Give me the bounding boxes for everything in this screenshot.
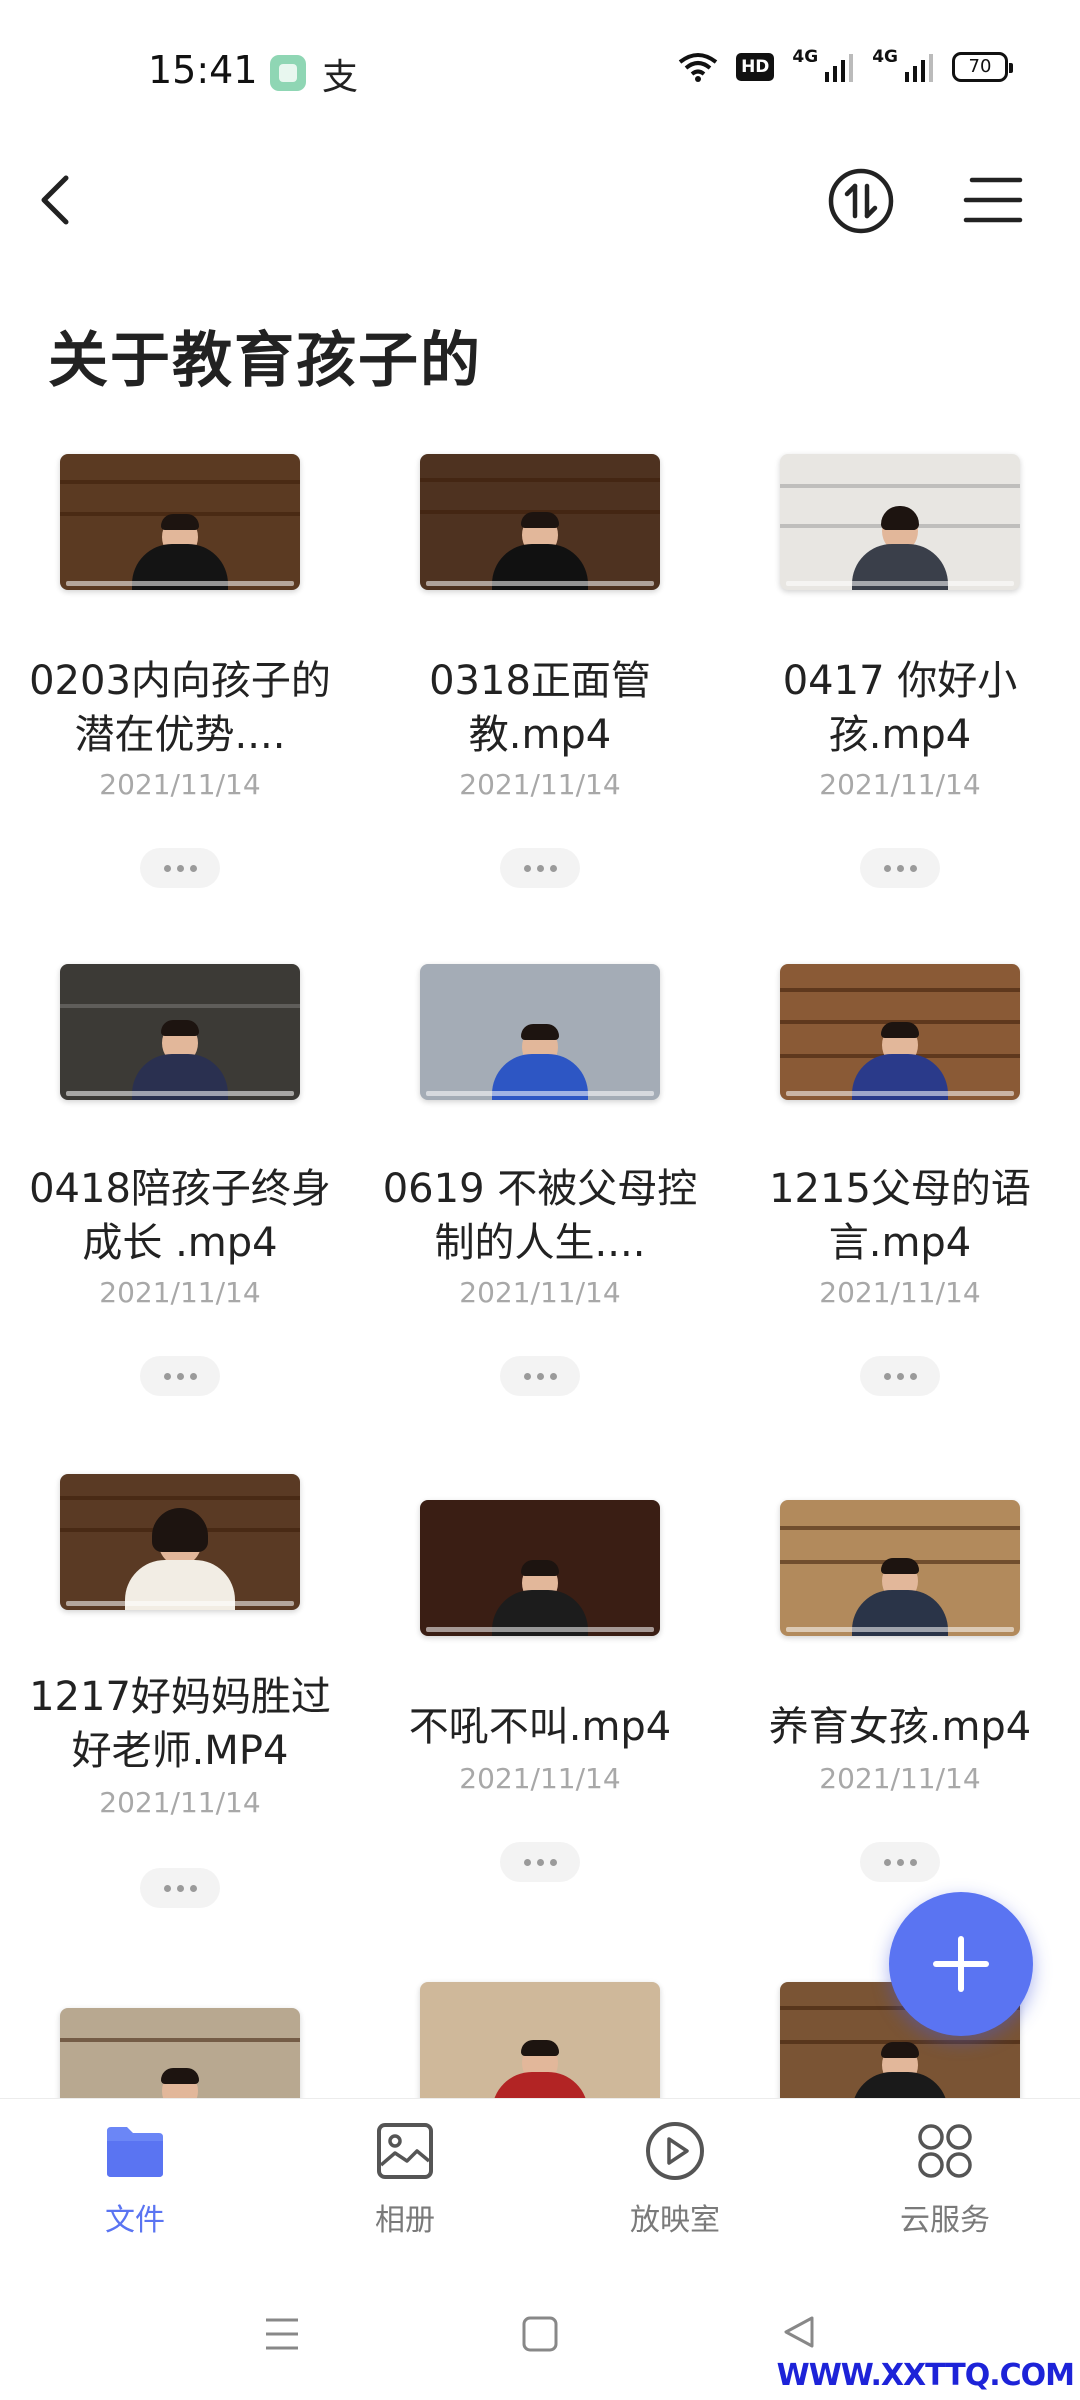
video-thumbnail[interactable]: [420, 454, 660, 590]
more-options-button[interactable]: [860, 1356, 940, 1396]
more-options-button[interactable]: [140, 1868, 220, 1908]
menu-icon: [963, 177, 1023, 223]
video-thumbnail[interactable]: [60, 964, 300, 1100]
signal-icon: [825, 54, 854, 82]
file-item[interactable]: 0418陪孩子终身成长 .mp4 2021/11/14: [0, 948, 360, 1418]
more-options-button[interactable]: [860, 1842, 940, 1882]
play-icon: [643, 2119, 707, 2183]
file-name: 0619 不被父母控制的人生....: [382, 1166, 698, 1266]
alipay-icon: 支: [322, 57, 359, 98]
album-icon: [373, 2119, 437, 2183]
file-item[interactable]: 0203内向孩子的潜在优势.... 2021/11/14: [0, 440, 360, 910]
file-item[interactable]: 养育女孩.mp4 2021/11/14: [720, 1456, 1080, 1926]
video-thumbnail[interactable]: [60, 2008, 300, 2100]
more-options-button[interactable]: [500, 1842, 580, 1882]
recent-apps-icon[interactable]: [262, 2314, 302, 2354]
file-date: 2021/11/14: [459, 768, 621, 801]
file-name: 养育女孩.mp4: [768, 1704, 1032, 1750]
file-date: 2021/11/14: [99, 1786, 261, 1819]
nav-label: 文件: [105, 2203, 165, 2238]
grid-icon: [913, 2119, 977, 2183]
file-name: 1217好妈妈胜过好老师.MP4: [29, 1674, 331, 1774]
nav-item-files[interactable]: 文件: [35, 2119, 235, 2239]
more-options-button[interactable]: [140, 848, 220, 888]
folder-icon: [103, 2119, 167, 2183]
file-date: 2021/11/14: [819, 768, 981, 801]
file-name: 0418陪孩子终身成长 .mp4: [29, 1166, 331, 1266]
hd-voice-badge: HD: [736, 53, 775, 81]
nav-item-screening-room[interactable]: 放映室: [575, 2119, 775, 2239]
status-bar: 15:41 支 HD 4G 4G 70: [0, 0, 1080, 140]
menu-button[interactable]: [962, 172, 1024, 228]
nav-item-album[interactable]: 相册: [305, 2119, 505, 2239]
signal-icon-2: [905, 54, 933, 82]
video-thumbnail[interactable]: [780, 1500, 1020, 1636]
video-thumbnail[interactable]: [420, 964, 660, 1100]
sort-button[interactable]: [826, 166, 896, 236]
file-item[interactable]: 0318正面管教.mp4 2021/11/14: [360, 440, 720, 910]
add-button[interactable]: [889, 1892, 1033, 2036]
video-thumbnail[interactable]: [60, 1474, 300, 1610]
file-item[interactable]: 1217好妈妈胜过好老师.MP4 2021/11/14: [0, 1456, 360, 1926]
more-options-button[interactable]: [500, 848, 580, 888]
nav-label: 放映室: [630, 2203, 720, 2238]
network-type-label-2: 4G: [872, 47, 898, 67]
nav-item-cloud-services[interactable]: 云服务: [845, 2119, 1045, 2239]
file-date: 2021/11/14: [99, 768, 261, 801]
file-item[interactable]: [0, 1964, 360, 2100]
more-options-button[interactable]: [500, 1356, 580, 1396]
status-time: 15:41: [148, 48, 258, 92]
back-nav-icon[interactable]: [778, 2312, 818, 2352]
file-date: 2021/11/14: [459, 1762, 621, 1795]
back-button[interactable]: [30, 160, 84, 240]
video-thumbnail[interactable]: [420, 1500, 660, 1636]
file-item[interactable]: [360, 1964, 720, 2100]
file-grid: 0203内向孩子的潜在优势.... 2021/11/14 0318正面管教.mp…: [0, 440, 1080, 2100]
file-item[interactable]: 不吼不叫.mp4 2021/11/14: [360, 1456, 720, 1926]
battery-icon: 70: [952, 52, 1013, 82]
status-indicators: HD 4G 4G 70: [678, 47, 1013, 82]
video-thumbnail[interactable]: [780, 454, 1020, 590]
sort-icon: [828, 168, 894, 234]
file-date: 2021/11/14: [99, 1276, 261, 1309]
file-name: 0203内向孩子的潜在优势....: [29, 658, 331, 758]
video-thumbnail[interactable]: [60, 454, 300, 590]
wifi-icon: [678, 53, 718, 82]
file-item[interactable]: 0619 不被父母控制的人生.... 2021/11/14: [360, 948, 720, 1418]
file-name: 0417 你好小孩.mp4: [782, 658, 1018, 758]
app-notification-icon: [270, 55, 306, 91]
home-icon[interactable]: [520, 2314, 560, 2354]
file-date: 2021/11/14: [819, 1276, 981, 1309]
bottom-nav: 文件 相册 放映室 云服务: [0, 2098, 1080, 2249]
chevron-left-icon: [41, 175, 69, 225]
file-item[interactable]: 0417 你好小孩.mp4 2021/11/14: [720, 440, 1080, 910]
video-thumbnail[interactable]: [420, 1982, 660, 2100]
file-date: 2021/11/14: [819, 1762, 981, 1795]
more-options-button[interactable]: [140, 1356, 220, 1396]
file-name: 0318正面管教.mp4: [429, 658, 651, 758]
file-name: 1215父母的语言.mp4: [769, 1166, 1031, 1266]
page-title: 关于教育孩子的: [48, 326, 482, 396]
more-options-button[interactable]: [860, 848, 940, 888]
network-type-label: 4G: [792, 47, 819, 67]
file-name: 不吼不叫.mp4: [408, 1704, 672, 1750]
nav-label: 云服务: [900, 2203, 990, 2238]
file-item[interactable]: 1215父母的语言.mp4 2021/11/14: [720, 948, 1080, 1418]
watermark: WWW.XXTTQ.COM: [776, 2358, 1075, 2393]
file-date: 2021/11/14: [459, 1276, 621, 1309]
nav-label: 相册: [375, 2203, 435, 2238]
video-thumbnail[interactable]: [780, 964, 1020, 1100]
